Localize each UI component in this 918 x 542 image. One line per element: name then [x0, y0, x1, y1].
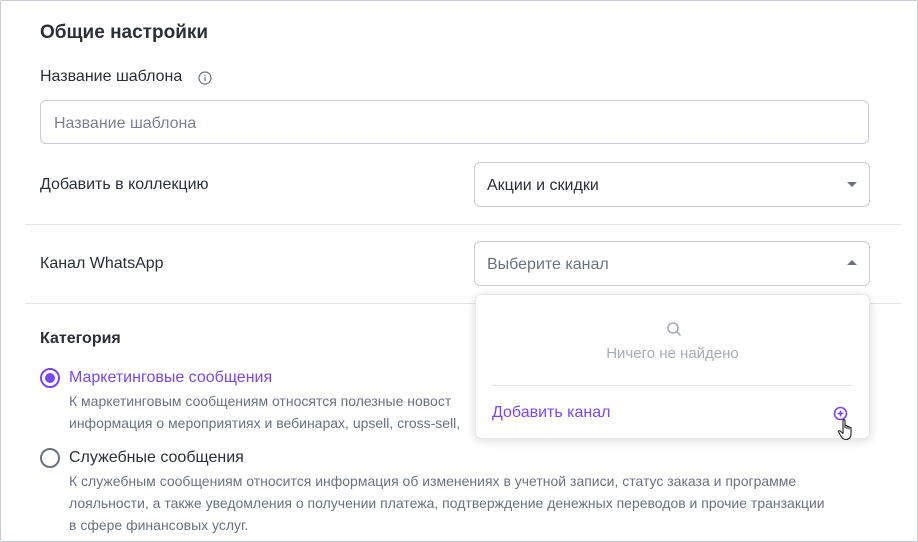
template-name-input[interactable]: Название шаблона	[40, 100, 869, 144]
radio-service-label[interactable]: Служебные сообщения	[69, 449, 244, 467]
category-title: Категория	[40, 330, 121, 347]
description-line: информация о мероприятиях и вебинарах, u…	[69, 415, 461, 431]
search-icon	[667, 322, 681, 336]
whatsapp-channel-placeholder: Выберите канал	[487, 256, 609, 273]
empty-state-text: Ничего не найдено	[606, 345, 739, 362]
whatsapp-channel-select[interactable]: Выберите канал	[474, 241, 870, 286]
collection-select[interactable]: Акции и скидки	[474, 162, 870, 207]
marketing-description: К маркетинговым сообщениям относятся пол…	[69, 390, 460, 434]
radio-marketing-label[interactable]: Маркетинговые сообщения	[69, 369, 272, 387]
template-name-placeholder: Название шаблона	[54, 115, 197, 132]
hand-cursor-icon	[837, 419, 852, 441]
radio-service[interactable]	[40, 448, 60, 468]
add-channel-button[interactable]: Добавить канал	[492, 404, 610, 422]
chevron-down-icon	[847, 182, 857, 187]
description-line: К служебным сообщениям относится информа…	[69, 473, 797, 489]
whatsapp-channel-label: Канал WhatsApp	[40, 255, 164, 272]
collection-selected-value: Акции и скидки	[487, 177, 599, 194]
info-icon[interactable]	[198, 71, 212, 85]
service-description: К служебным сообщениям относится информа…	[69, 470, 825, 536]
chevron-up-icon	[847, 260, 857, 265]
description-line: лояльности, а также уведомления о получе…	[69, 495, 825, 511]
description-line: К маркетинговым сообщениям относятся пол…	[69, 393, 452, 409]
divider	[25, 224, 901, 225]
description-line: в сфере финансовых услуг.	[69, 517, 249, 533]
channel-dropdown: Ничего не найдено Добавить канал	[475, 294, 870, 439]
collection-label: Добавить в коллекцию	[40, 176, 209, 193]
section-title: Общие настройки	[40, 22, 209, 43]
template-name-label: Название шаблона	[40, 68, 183, 85]
radio-marketing[interactable]	[40, 368, 60, 388]
dropdown-divider	[492, 385, 853, 386]
